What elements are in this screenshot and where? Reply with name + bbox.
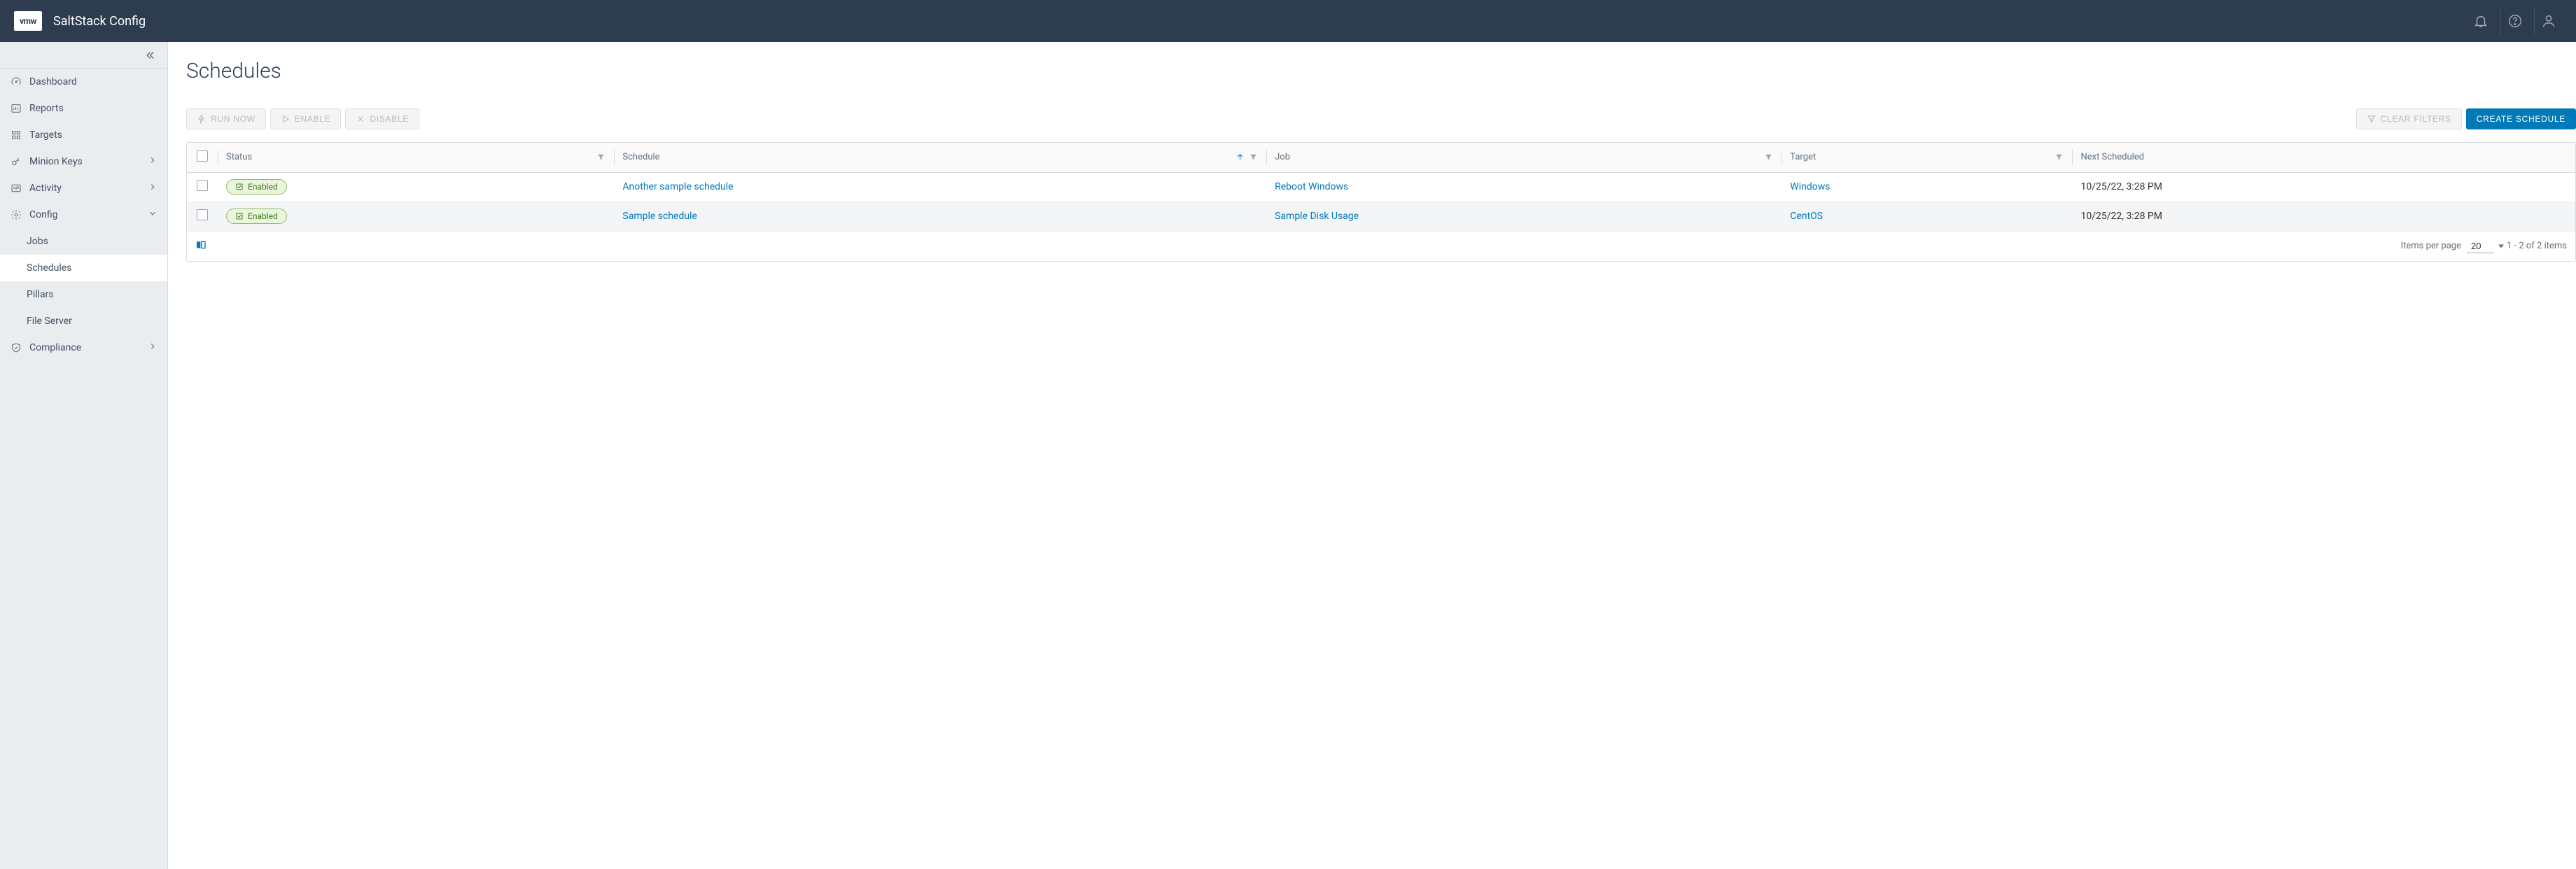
column-header-job[interactable]: Job [1266, 143, 1782, 172]
columns-icon[interactable] [195, 239, 206, 253]
sidebar: Dashboard Reports Targets Minion Keys [0, 42, 168, 869]
enable-button[interactable]: Enable [270, 108, 342, 129]
sidebar-item-label: Minion Keys [29, 156, 83, 167]
status-badge: Enabled [226, 209, 287, 224]
sort-asc-icon[interactable] [1236, 153, 1245, 162]
filter-icon[interactable] [1249, 153, 1258, 162]
bar-chart-icon [10, 102, 22, 115]
cell-next-scheduled: 10/25/22, 3:28 PM [2072, 172, 2575, 202]
chevron-down-icon [148, 209, 158, 221]
sidebar-item-label: Compliance [29, 342, 81, 353]
sidebar-item-minion-keys[interactable]: Minion Keys [0, 148, 167, 175]
chevron-right-icon [148, 182, 158, 195]
cell-status: Enabled [218, 172, 614, 202]
gear-icon [10, 209, 22, 221]
table-footer: Items per page 20 1 - 2 of 2 items [187, 232, 2575, 261]
create-schedule-button[interactable]: Create Schedule [2466, 108, 2576, 129]
lightning-icon [197, 114, 206, 124]
user-icon[interactable] [2534, 7, 2562, 35]
play-icon [281, 114, 290, 124]
filter-icon[interactable] [1764, 153, 1773, 162]
column-header-target[interactable]: Target [1782, 143, 2072, 172]
sidebar-item-label: Targets [29, 129, 62, 141]
chevron-right-icon [148, 341, 158, 354]
sidebar-item-file-server[interactable]: File Server [0, 308, 167, 334]
column-header-next-scheduled[interactable]: Next Scheduled [2072, 143, 2575, 172]
filter-icon[interactable] [2054, 153, 2064, 162]
cell-next-scheduled: 10/25/22, 3:28 PM [2072, 202, 2575, 231]
cell-target[interactable]: Windows [1782, 172, 2072, 202]
close-icon [356, 114, 365, 124]
page-title: Schedules [186, 59, 2576, 83]
main-content: Schedules Run Now Enable Disable Clear F… [168, 42, 2576, 869]
cell-job[interactable]: Sample Disk Usage [1266, 202, 1782, 231]
cell-schedule[interactable]: Another sample schedule [614, 172, 1266, 202]
key-icon [10, 155, 22, 168]
check-square-icon [235, 183, 244, 191]
sidebar-item-targets[interactable]: Targets [0, 122, 167, 148]
cell-job[interactable]: Reboot Windows [1266, 172, 1782, 202]
gauge-icon [10, 76, 22, 88]
schedules-table: Status Schedule [186, 142, 2576, 262]
items-per-page-select[interactable]: 20 [2467, 239, 2494, 253]
status-badge: Enabled [226, 179, 287, 195]
disable-button[interactable]: Disable [345, 108, 419, 129]
cell-status: Enabled [218, 202, 614, 231]
items-per-page-label: Items per page [2401, 241, 2461, 251]
select-all-checkbox[interactable] [197, 150, 208, 162]
grid-icon [10, 129, 22, 141]
bell-icon[interactable] [2467, 7, 2495, 35]
column-header-checkbox [187, 143, 218, 172]
filter-icon[interactable] [596, 153, 606, 162]
app-title: SaltStack Config [53, 14, 146, 29]
sidebar-item-pillars[interactable]: Pillars [0, 281, 167, 308]
chevron-right-icon [148, 155, 158, 168]
pagination-range: 1 - 2 of 2 items [2507, 241, 2567, 251]
sidebar-item-reports[interactable]: Reports [0, 95, 167, 122]
sidebar-item-label: Schedules [27, 262, 71, 274]
sidebar-item-label: Pillars [27, 289, 54, 300]
sidebar-item-schedules[interactable]: Schedules [0, 255, 167, 281]
row-checkbox[interactable] [197, 180, 208, 191]
table-row[interactable]: Enabled Another sample schedule Reboot W… [187, 172, 2575, 202]
toolbar: Run Now Enable Disable Clear Filters Cre… [186, 108, 2576, 129]
sidebar-item-label: Jobs [27, 236, 48, 247]
table-row[interactable]: Enabled Sample schedule Sample Disk Usag… [187, 202, 2575, 231]
sidebar-item-label: Config [29, 209, 57, 220]
cell-schedule[interactable]: Sample schedule [614, 202, 1266, 231]
help-icon[interactable] [2500, 7, 2528, 35]
run-now-button[interactable]: Run Now [186, 108, 266, 129]
sidebar-item-dashboard[interactable]: Dashboard [0, 69, 167, 95]
sidebar-item-activity[interactable]: Activity [0, 175, 167, 202]
check-square-icon [235, 212, 244, 220]
sidebar-item-label: Activity [29, 183, 62, 194]
shield-check-icon [10, 341, 22, 354]
filter-icon [2367, 114, 2376, 124]
cell-target[interactable]: CentOS [1782, 202, 2072, 231]
activity-icon [10, 182, 22, 195]
row-checkbox[interactable] [197, 209, 208, 220]
clear-filters-button[interactable]: Clear Filters [2356, 108, 2462, 129]
top-header: vmw SaltStack Config [0, 0, 2576, 42]
sidebar-item-label: Reports [29, 103, 64, 114]
sidebar-collapse-button[interactable] [0, 42, 167, 69]
sidebar-item-label: Dashboard [29, 76, 77, 87]
sidebar-item-compliance[interactable]: Compliance [0, 334, 167, 361]
column-header-schedule[interactable]: Schedule [614, 143, 1266, 172]
column-header-status[interactable]: Status [218, 143, 614, 172]
sidebar-item-label: File Server [27, 316, 72, 327]
vmware-logo: vmw [14, 11, 42, 31]
sidebar-item-jobs[interactable]: Jobs [0, 228, 167, 255]
sidebar-item-config[interactable]: Config [0, 202, 167, 228]
